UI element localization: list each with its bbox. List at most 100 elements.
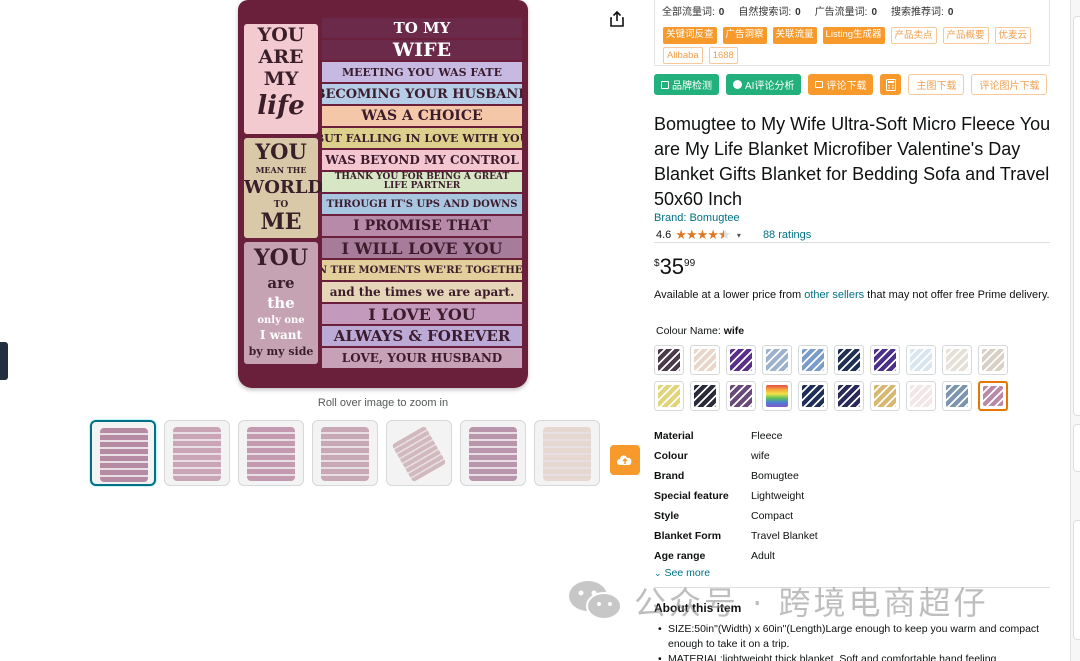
main-product-image[interactable]: YOU ARE MY life YOU MEAN THE WORLD TO ME YOU are th… bbox=[238, 0, 528, 388]
chevron-down-icon: ⌄ bbox=[654, 567, 662, 578]
wechat-icon bbox=[569, 581, 622, 620]
stat-value: 0 bbox=[871, 7, 878, 18]
colour-swatch[interactable] bbox=[654, 381, 684, 411]
plugin-tag-button[interactable]: 广告洞察 bbox=[722, 27, 767, 44]
brand-link[interactable]: Brand: Bomugtee bbox=[654, 212, 740, 224]
about-item: MATERIAL:lightweight thick blanket. Soft… bbox=[658, 652, 1048, 661]
chevron-down-icon[interactable]: ▾ bbox=[737, 231, 741, 240]
swatch-preview bbox=[766, 385, 788, 407]
spec-key: Special feature bbox=[654, 490, 729, 502]
blanket-left-text: I want bbox=[259, 328, 303, 342]
thumbnail-image[interactable] bbox=[164, 420, 230, 486]
thumbnail-image[interactable] bbox=[460, 420, 526, 486]
colour-swatch[interactable] bbox=[978, 381, 1008, 411]
spec-key: Style bbox=[654, 510, 680, 522]
thumbnail-preview bbox=[543, 427, 591, 481]
blanket-left-text: the bbox=[267, 294, 295, 312]
swatch-preview bbox=[874, 385, 896, 407]
spec-row: Special feature Lightweight bbox=[654, 486, 818, 506]
blanket-text-line: BUT FALLING IN LOVE WITH YOU bbox=[322, 128, 522, 148]
blanket-left-text: YOU bbox=[253, 245, 309, 271]
zoom-hint: Roll over image to zoom in bbox=[317, 397, 449, 409]
cloud-upload-button[interactable] bbox=[610, 445, 640, 475]
blanket-left-text: ARE bbox=[258, 46, 304, 68]
spec-value: Fleece bbox=[751, 430, 783, 442]
colour-swatch[interactable] bbox=[798, 345, 828, 375]
plugin-toolbar: 品牌检测 AI评论分析 评论下载 主图下载 评论图片下载 bbox=[654, 74, 1048, 95]
plugin-stats-panel: 全部流量词: 0 自然搜索词: 0 广告流量词: 0 搜索推荐词: 0 关键词反查 广告洞察 关联… bbox=[654, 0, 1050, 66]
colour-swatch[interactable] bbox=[654, 345, 684, 375]
blanket-text-line: THROUGH IT'S UPS AND DOWNS bbox=[322, 194, 522, 214]
share-icon[interactable] bbox=[608, 10, 626, 28]
blanket-text-line: WAS A CHOICE bbox=[322, 106, 522, 126]
plugin-tag-button[interactable]: 关联流量 bbox=[772, 27, 817, 44]
colour-swatch[interactable] bbox=[978, 345, 1008, 375]
spec-key: Blanket Form bbox=[654, 530, 722, 542]
main-image-download-button[interactable]: 主图下载 bbox=[908, 74, 965, 95]
blanket-text-line: BECOMING YOUR HUSBAND bbox=[322, 84, 522, 104]
spec-value: wife bbox=[751, 450, 770, 462]
colour-swatch[interactable] bbox=[690, 381, 720, 411]
review-image-download-button[interactable]: 评论图片下载 bbox=[971, 74, 1048, 95]
colour-swatch[interactable] bbox=[762, 381, 792, 411]
plugin-tag-button[interactable]: Listing生成器 bbox=[822, 27, 885, 44]
colour-swatch[interactable] bbox=[798, 381, 828, 411]
edge-card[interactable] bbox=[1073, 520, 1080, 640]
plugin-tag-button[interactable]: Alibaba bbox=[663, 47, 703, 64]
colour-swatch[interactable] bbox=[906, 381, 936, 411]
thumbnail-image[interactable] bbox=[90, 420, 156, 486]
side-panel-tab[interactable] bbox=[0, 342, 8, 380]
thumbnail-image[interactable] bbox=[238, 420, 304, 486]
spec-value: Bomugtee bbox=[751, 470, 799, 482]
plugin-tag-button[interactable]: 关键词反查 bbox=[663, 27, 717, 44]
stat-item: 全部流量词: 0 bbox=[662, 3, 724, 18]
plugin-tag-button[interactable]: 优麦云 bbox=[994, 27, 1032, 44]
thumbnail-preview bbox=[247, 427, 295, 481]
colour-swatch[interactable] bbox=[834, 381, 864, 411]
blanket-text-line: I WILL LOVE YOU bbox=[322, 238, 522, 258]
ai-review-button[interactable]: AI评论分析 bbox=[726, 74, 802, 95]
blanket-text-line: and the times we are apart. bbox=[322, 282, 522, 302]
other-sellers-link[interactable]: other sellers bbox=[804, 289, 864, 301]
thumbnail-image[interactable] bbox=[386, 420, 452, 486]
colour-swatch[interactable] bbox=[870, 381, 900, 411]
colour-swatch[interactable] bbox=[762, 345, 792, 375]
colour-swatch[interactable] bbox=[834, 345, 864, 375]
colour-swatch[interactable] bbox=[726, 381, 756, 411]
colour-swatch[interactable] bbox=[690, 345, 720, 375]
swatch-preview bbox=[983, 386, 1003, 406]
thumbnail-image[interactable] bbox=[312, 420, 378, 486]
swatch-preview bbox=[838, 385, 860, 407]
colour-swatch[interactable] bbox=[942, 345, 972, 375]
review-download-button[interactable]: 评论下载 bbox=[808, 74, 874, 95]
plugin-tag-button[interactable]: 产品卖点 bbox=[890, 27, 937, 44]
brand-check-button[interactable]: 品牌检测 bbox=[654, 74, 719, 95]
swatch-preview bbox=[658, 349, 680, 371]
colour-swatch[interactable] bbox=[870, 345, 900, 375]
blanket-left-text: are bbox=[267, 274, 295, 292]
watermark-text: 公众号 · 跨境电商超仔 bbox=[634, 584, 989, 622]
watermark: 公众号 · 跨境电商超仔 bbox=[566, 578, 989, 624]
stat-value: 0 bbox=[718, 7, 725, 18]
colour-value: wife bbox=[723, 325, 745, 337]
swatch-preview bbox=[802, 385, 824, 407]
edge-card[interactable] bbox=[1073, 16, 1080, 416]
rating-value: 4.6 bbox=[656, 229, 672, 241]
spec-key: Colour bbox=[654, 450, 688, 462]
blanket-left-text: WORLD bbox=[244, 177, 324, 198]
colour-swatch[interactable] bbox=[906, 345, 936, 375]
thumbnail-image[interactable] bbox=[534, 420, 600, 486]
product-specs: Material Fleece Colour wife Brand Bomugtee Spe… bbox=[654, 426, 818, 566]
blanket-left-panel: YOU ARE MY life YOU MEAN THE WORLD TO ME YOU are th… bbox=[244, 24, 324, 364]
plugin-tag-button[interactable]: 产品概要 bbox=[942, 27, 989, 44]
ratings-count-link[interactable]: 88 ratings bbox=[763, 229, 811, 241]
colour-swatch[interactable] bbox=[726, 345, 756, 375]
colour-swatch[interactable] bbox=[942, 381, 972, 411]
star-rating-icon[interactable]: ★★★★★★ bbox=[675, 227, 730, 243]
edge-card[interactable] bbox=[1073, 424, 1080, 472]
calculator-button[interactable] bbox=[880, 74, 902, 95]
blanket-left-text: MY bbox=[263, 68, 299, 90]
blanket-left-text: YOU bbox=[255, 139, 307, 164]
plugin-tag-button[interactable]: 1688 bbox=[708, 47, 738, 64]
swatch-preview bbox=[910, 385, 932, 407]
